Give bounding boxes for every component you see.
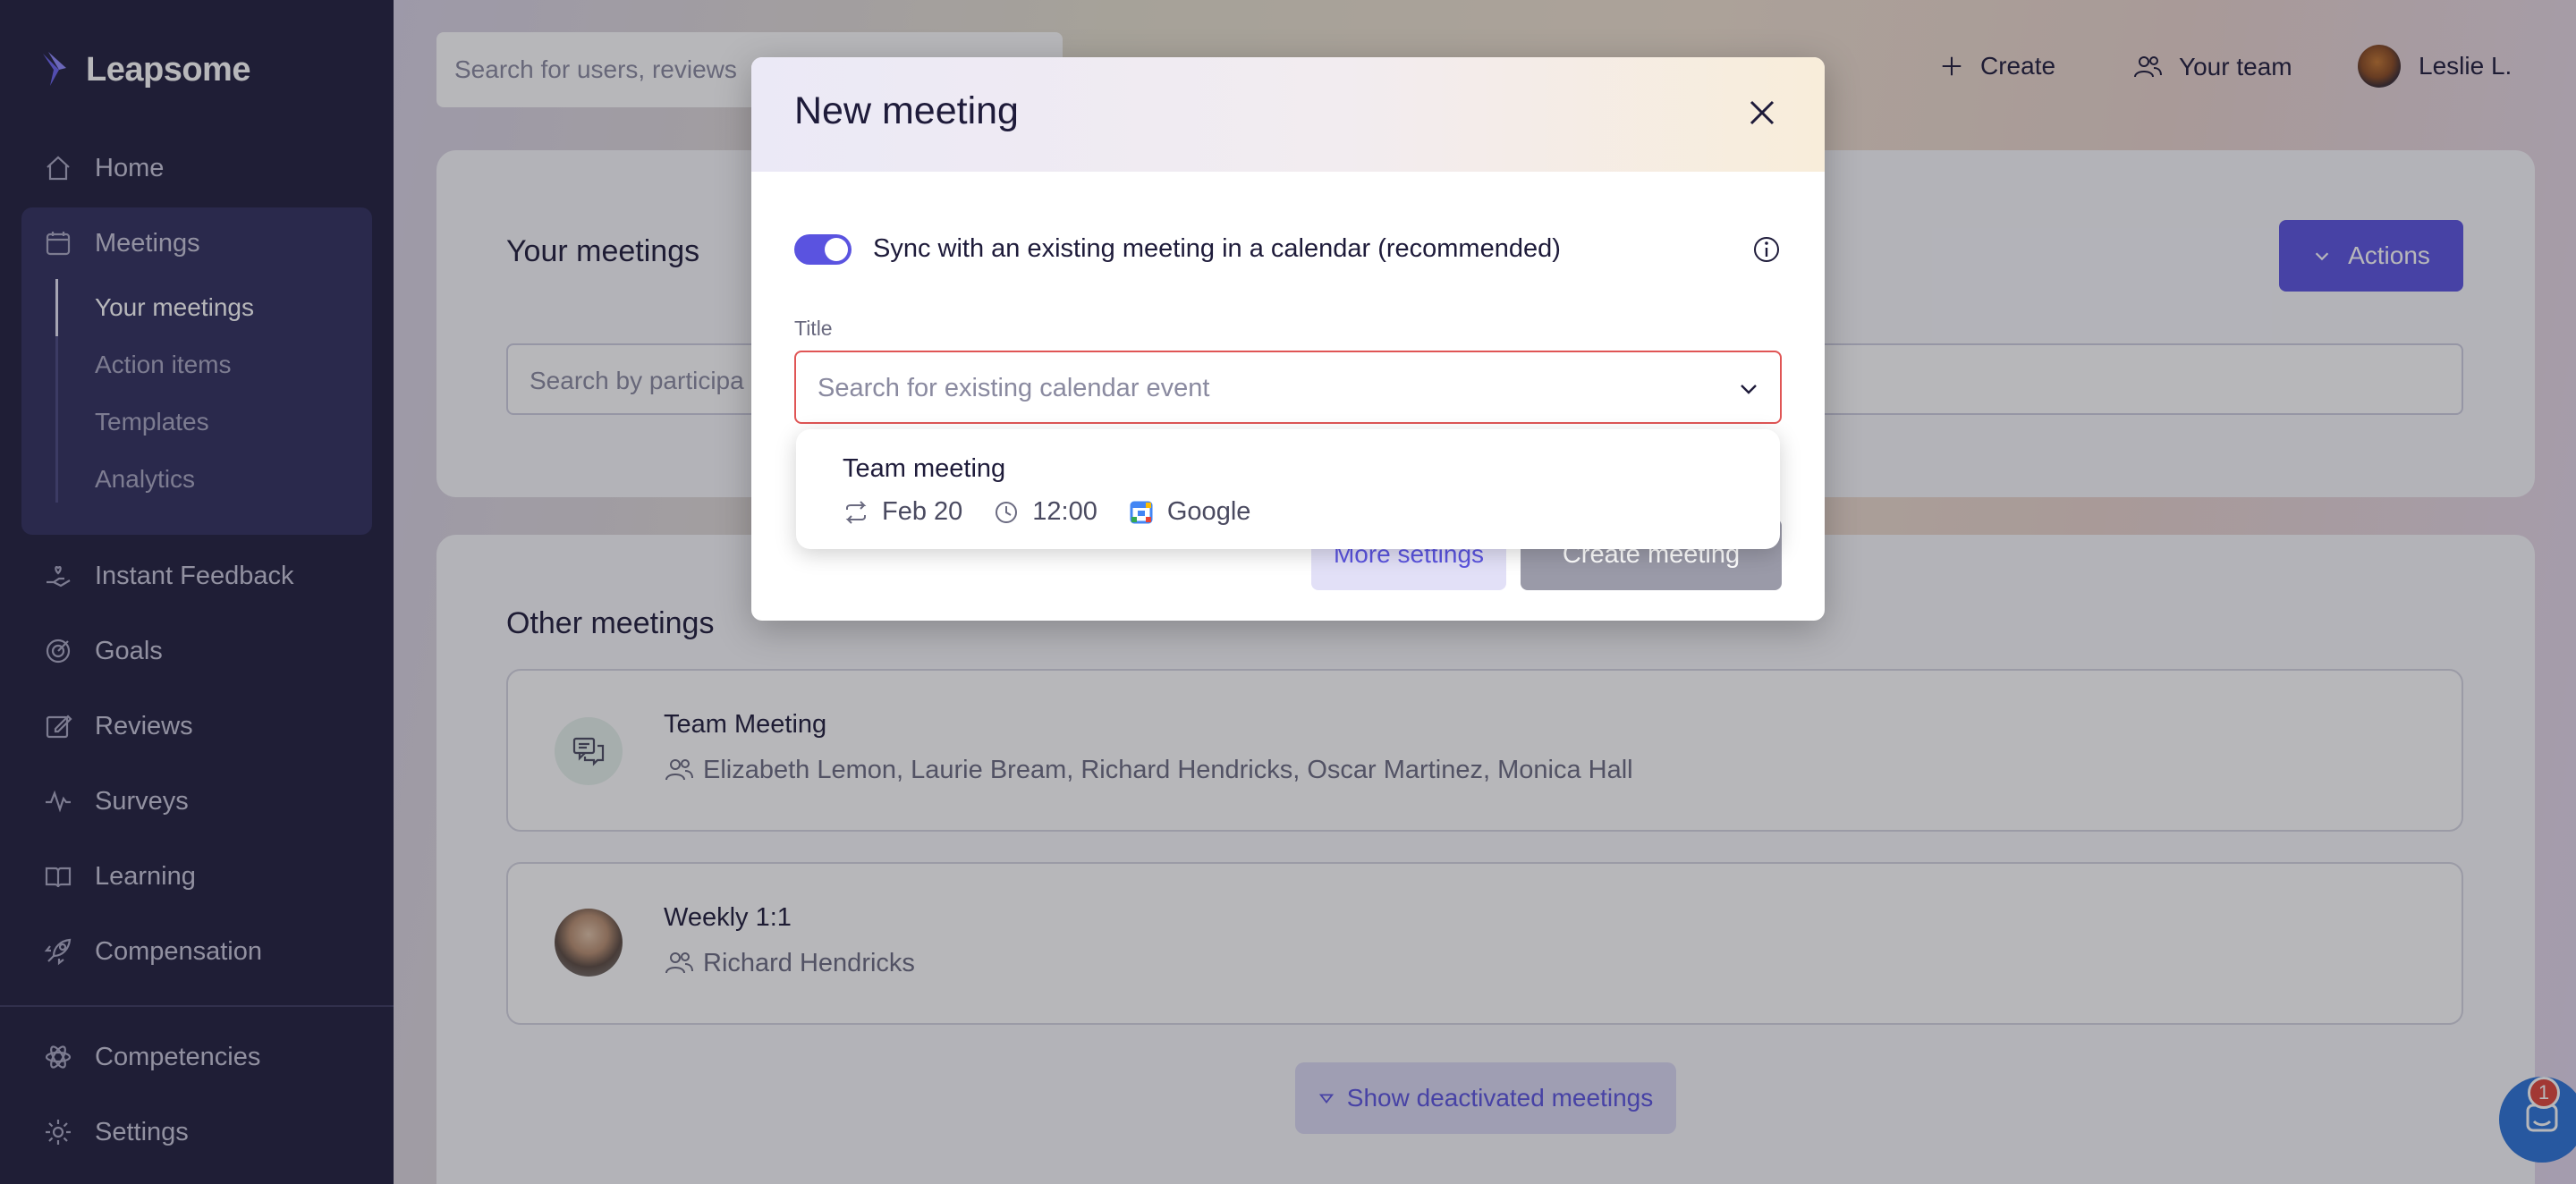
title-field-label: Title (794, 317, 833, 340)
repeat-icon (845, 500, 867, 524)
event-date: Feb 20 (843, 497, 962, 527)
close-button[interactable] (1739, 89, 1785, 136)
calendar-sync-toggle[interactable] (794, 234, 852, 265)
info-icon[interactable] (1751, 234, 1782, 265)
event-date-text: Feb 20 (882, 497, 963, 526)
toggle-knob (825, 238, 848, 261)
event-option-meta: Feb 20 12:00 Google (843, 497, 1281, 527)
close-icon (1750, 100, 1775, 125)
event-time-text: 12:00 (1032, 497, 1097, 526)
sync-label: Sync with an existing meeting in a calen… (873, 234, 1561, 263)
event-calendar-text: Google (1166, 497, 1251, 526)
event-option-name[interactable]: Team meeting (843, 454, 1005, 484)
event-calendar: Google (1128, 497, 1251, 527)
calendar-event-select[interactable] (794, 351, 1782, 424)
modal-title: New meeting (794, 89, 1019, 132)
calendar-event-search-input[interactable] (818, 370, 1712, 406)
clock-icon (996, 501, 1018, 523)
google-calendar-icon (1130, 501, 1153, 523)
event-time: 12:00 (993, 497, 1097, 527)
calendar-event-dropdown: Team meeting Feb 20 12:00 Google (796, 429, 1780, 549)
chevron-down-icon[interactable] (1735, 376, 1762, 402)
